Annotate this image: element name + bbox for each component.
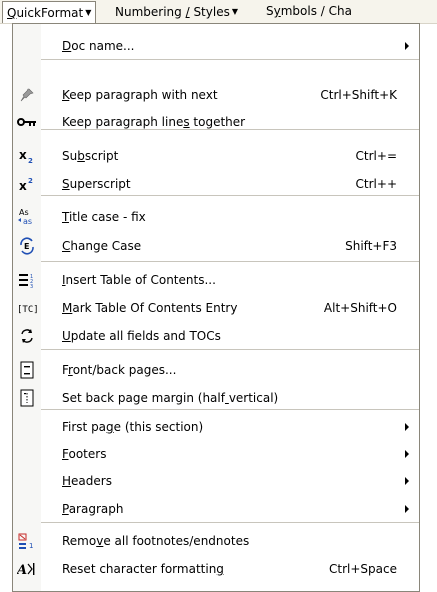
menu-item-label: Insert Table of Contents... [62,273,216,287]
menubar-symbols[interactable]: Symbols / Cha [262,1,356,23]
svg-text:as: as [23,217,32,226]
submenu-arrow-icon [405,423,409,431]
margin-page-icon [17,388,37,408]
reset-format-icon: A [17,559,37,579]
menu-item-remove-all-footnotes-endnotes[interactable]: 1 Remove all footnotes/endnotes [13,527,419,555]
menu-item-label: Superscript [62,177,131,191]
menu-item-shortcut: Ctrl+Shift+K [320,88,397,102]
menu-item-shortcut: Shift+F3 [345,239,397,253]
quickformat-menu: Doc name... Keep paragraph with next Ctrl+… [12,23,420,592]
svg-text:E: E [24,242,29,251]
none-icon [17,444,37,464]
menu-item-shortcut: Ctrl+Space [329,562,397,576]
menu-item-title-case-fix[interactable]: As as Title case - fix [13,203,419,231]
menu-item-set-back-page-margin-half-vertical[interactable]: Set back page margin (half vertical) [13,384,419,412]
page-icon [17,360,37,380]
svg-text:x: x [19,179,27,192]
none-icon [17,499,37,519]
menubar-quickformat[interactable]: QuickFormat ▼ [2,1,97,23]
dropdown-arrow-icon: ▼ [231,7,238,16]
menu-item-label: Headers [62,474,112,488]
menu-item-label: Front/back pages... [62,363,177,377]
menu-item-paragraph[interactable]: Paragraph [13,495,419,523]
menu-item-label: Mark Table Of Contents Entry [62,301,238,315]
menu-item-label: Set back page margin (half vertical) [62,391,279,405]
pin-icon [17,85,37,105]
menubar-numbering-styles[interactable]: Numbering / Styles ▼ [111,1,242,23]
menu-item-label: First page (this section) [62,420,204,434]
menu-item-label: Paragraph [62,502,124,516]
menu-item-reset-character-formatting[interactable]: A Reset character formatting Ctrl+Space [13,555,419,583]
mark-entry-icon: [TC] [17,298,37,318]
menu-item-label: Footers [62,447,107,461]
svg-text:A: A [17,563,27,577]
key-icon [17,112,37,132]
none-icon [17,417,37,437]
none-icon [17,36,37,56]
submenu-arrow-icon [405,42,409,50]
menu-item-superscript[interactable]: x 2 Superscript Ctrl++ [13,170,419,198]
submenu-arrow-icon [405,505,409,513]
svg-text:3: 3 [30,284,33,288]
menu-separator [41,129,419,130]
menu-item-shortcut: Ctrl+= [355,149,397,163]
title-case-icon: As as [17,207,37,227]
menu-separator [41,409,419,410]
menubar-label: QuickFormat [7,6,84,20]
menu-item-headers[interactable]: Headers [13,467,419,495]
menu-bar: QuickFormat ▼ Numbering / Styles ▼ Symbols… [0,0,437,24]
subscript-icon: x2 [17,146,37,166]
menu-item-label: Change Case [62,239,142,253]
superscript-icon: x2 [17,174,37,194]
menu-item-label: Subscript [62,149,119,163]
menu-separator [41,349,419,350]
none-icon [17,471,37,491]
svg-text:2: 2 [28,177,33,185]
submenu-arrow-icon [405,450,409,458]
menu-item-front-back-pages[interactable]: Front/back pages... [13,356,419,384]
menubar-label: Numbering / Styles [115,5,230,19]
menu-item-insert-table-of-contents[interactable]: 1 2 3 Insert Table of Contents... [13,266,419,294]
menu-item-keep-paragraph-lines-together[interactable]: Keep paragraph lines together [13,108,419,136]
submenu-arrow-icon [405,477,409,485]
menu-item-label: Keep paragraph lines together [62,115,246,129]
menu-item-change-case[interactable]: E Change Case Shift+F3 [13,232,419,260]
svg-text:As: As [19,208,29,217]
menu-separator [41,59,419,60]
menu-item-label: Keep paragraph with next [62,88,218,102]
menu-item-first-page-this-section[interactable]: First page (this section) [13,413,419,441]
menu-item-label: Remove all footnotes/endnotes [62,534,250,548]
svg-text:2: 2 [28,157,33,164]
menu-item-label: Title case - fix [62,210,146,224]
menu-item-label: Doc name... [62,39,135,53]
footnote-icon: 1 [17,531,37,551]
svg-text:1: 1 [29,542,33,550]
menu-item-label: Reset character formatting [62,562,224,576]
menu-item-label: Update all fields and TOCs [62,329,221,343]
menu-item-footers[interactable]: Footers [13,440,419,468]
menu-separator [41,522,419,523]
menu-item-keep-paragraph-with-next[interactable]: Keep paragraph with next Ctrl+Shift+K [13,81,419,109]
toc-icon: 123 [17,270,37,290]
svg-text:[TC]: [TC] [17,305,37,315]
menu-separator [41,195,419,196]
menu-separator [41,261,419,262]
refresh-icon [17,326,37,346]
menu-item-shortcut: Ctrl++ [355,177,397,191]
svg-text:x: x [19,148,27,162]
menu-item-doc-name[interactable]: Doc name... [13,32,419,60]
menubar-label: Symbols / Cha [266,4,352,18]
menu-item-subscript[interactable]: x 2 Subscript Ctrl+= [13,142,419,170]
menu-item-update-all-fields-and-tocs[interactable]: Update all fields and TOCs [13,322,419,350]
dropdown-arrow-icon: ▼ [85,8,92,17]
change-case-icon: E [17,236,37,256]
menu-item-shortcut: Alt+Shift+O [323,301,397,315]
menu-item-mark-table-of-contents-entry[interactable]: [TC] Mark Table Of Contents Entry Alt+Shif… [13,294,419,322]
